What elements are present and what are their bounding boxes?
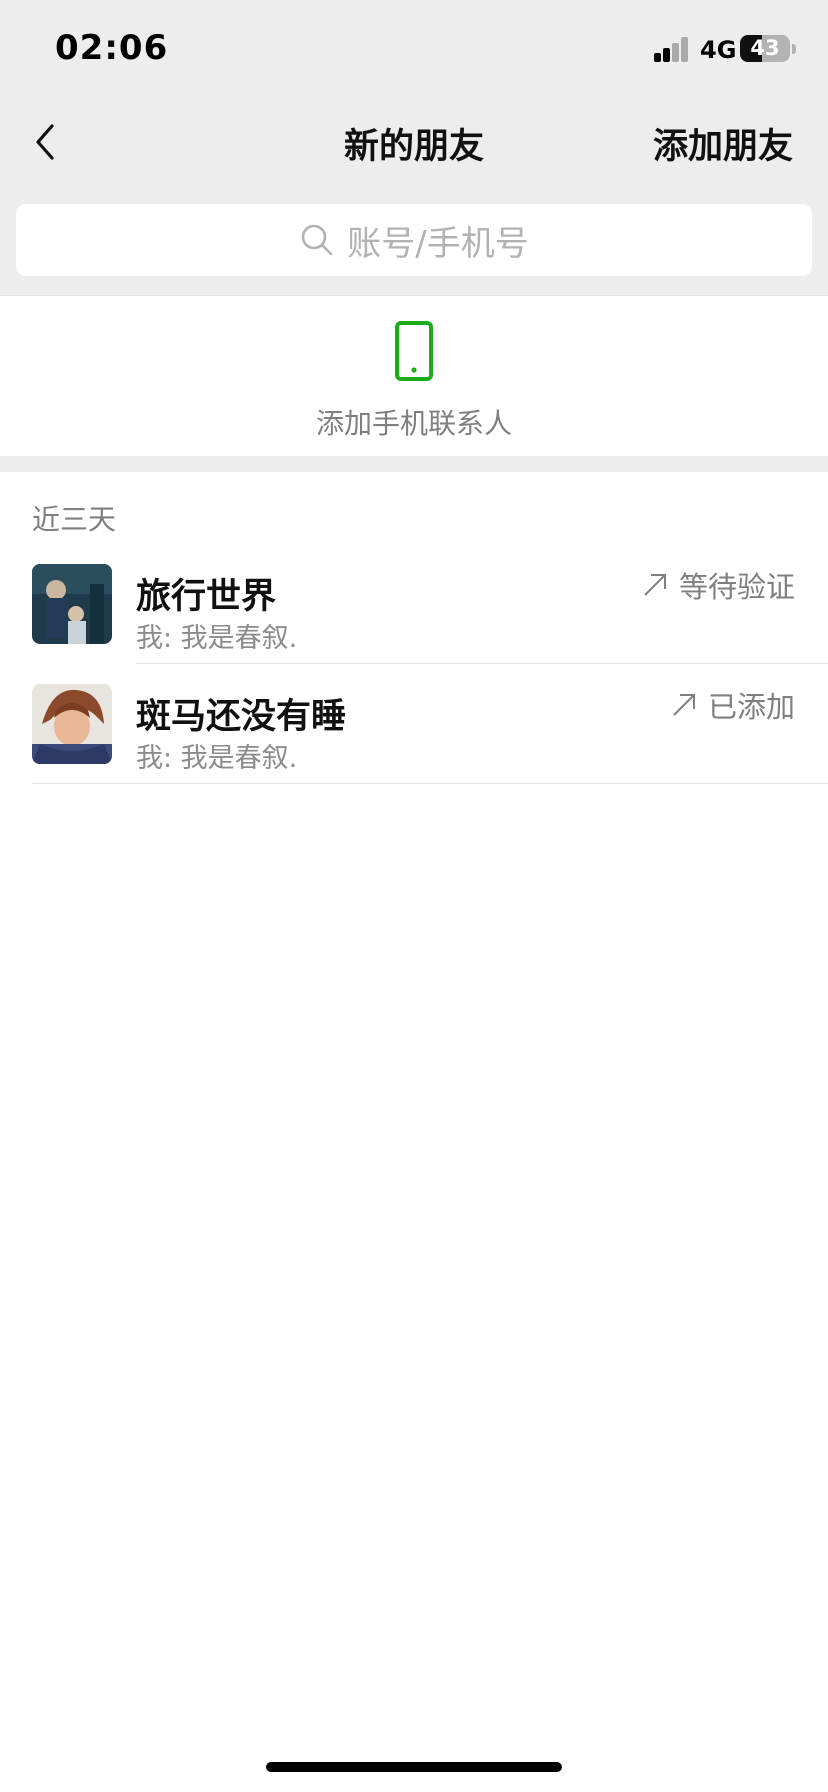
avatar [32, 564, 112, 644]
battery-cap [792, 44, 796, 54]
row-divider [32, 783, 828, 784]
request-status-label: 等待验证 [678, 570, 795, 604]
add-phone-contacts-button[interactable]: 添加手机联系人 [0, 296, 828, 456]
home-indicator[interactable] [266, 1762, 562, 1772]
cellular-signal-icon [654, 36, 690, 62]
request-status: 等待验证 [641, 564, 795, 606]
contact-name: 斑马还没有睡 [136, 697, 347, 737]
list-item[interactable]: 旅行世界 我: 我是春叙. 等待验证 [0, 544, 828, 664]
status-bar: 02:06 4G 43 [0, 0, 828, 96]
list-item[interactable]: 斑马还没有睡 我: 我是春叙. 已添加 [0, 664, 828, 784]
search-input[interactable]: 账号/手机号 [16, 204, 812, 276]
network-type: 4G [700, 36, 737, 64]
request-status: 已添加 [670, 684, 795, 726]
add-phone-contacts-label: 添加手机联系人 [315, 407, 512, 440]
status-time: 02:06 [55, 28, 169, 68]
avatar [32, 684, 112, 764]
section-header-recent: 近三天 [32, 503, 117, 536]
navigation-bar: 新的朋友 添加朋友 [0, 96, 828, 188]
mobile-phone-icon [395, 321, 433, 381]
search-icon [301, 224, 333, 256]
new-friends-screen: 02:06 4G 43 新的朋友 添加朋友 账号/手机号 添加手机联系人 近三天… [0, 0, 828, 1792]
battery-icon: 43 [740, 35, 790, 62]
contact-name: 旅行世界 [136, 577, 277, 617]
request-status-label: 已添加 [707, 690, 795, 724]
contact-message: 我: 我是春叙. [136, 623, 298, 654]
arrow-up-right-icon [644, 574, 666, 596]
arrow-up-right-icon [673, 694, 695, 716]
contact-message: 我: 我是春叙. [136, 743, 298, 774]
section-gap [0, 456, 828, 472]
search-placeholder: 账号/手机号 [347, 223, 529, 264]
add-friend-button[interactable]: 添加朋友 [653, 118, 793, 169]
battery-level: 43 [750, 36, 780, 60]
